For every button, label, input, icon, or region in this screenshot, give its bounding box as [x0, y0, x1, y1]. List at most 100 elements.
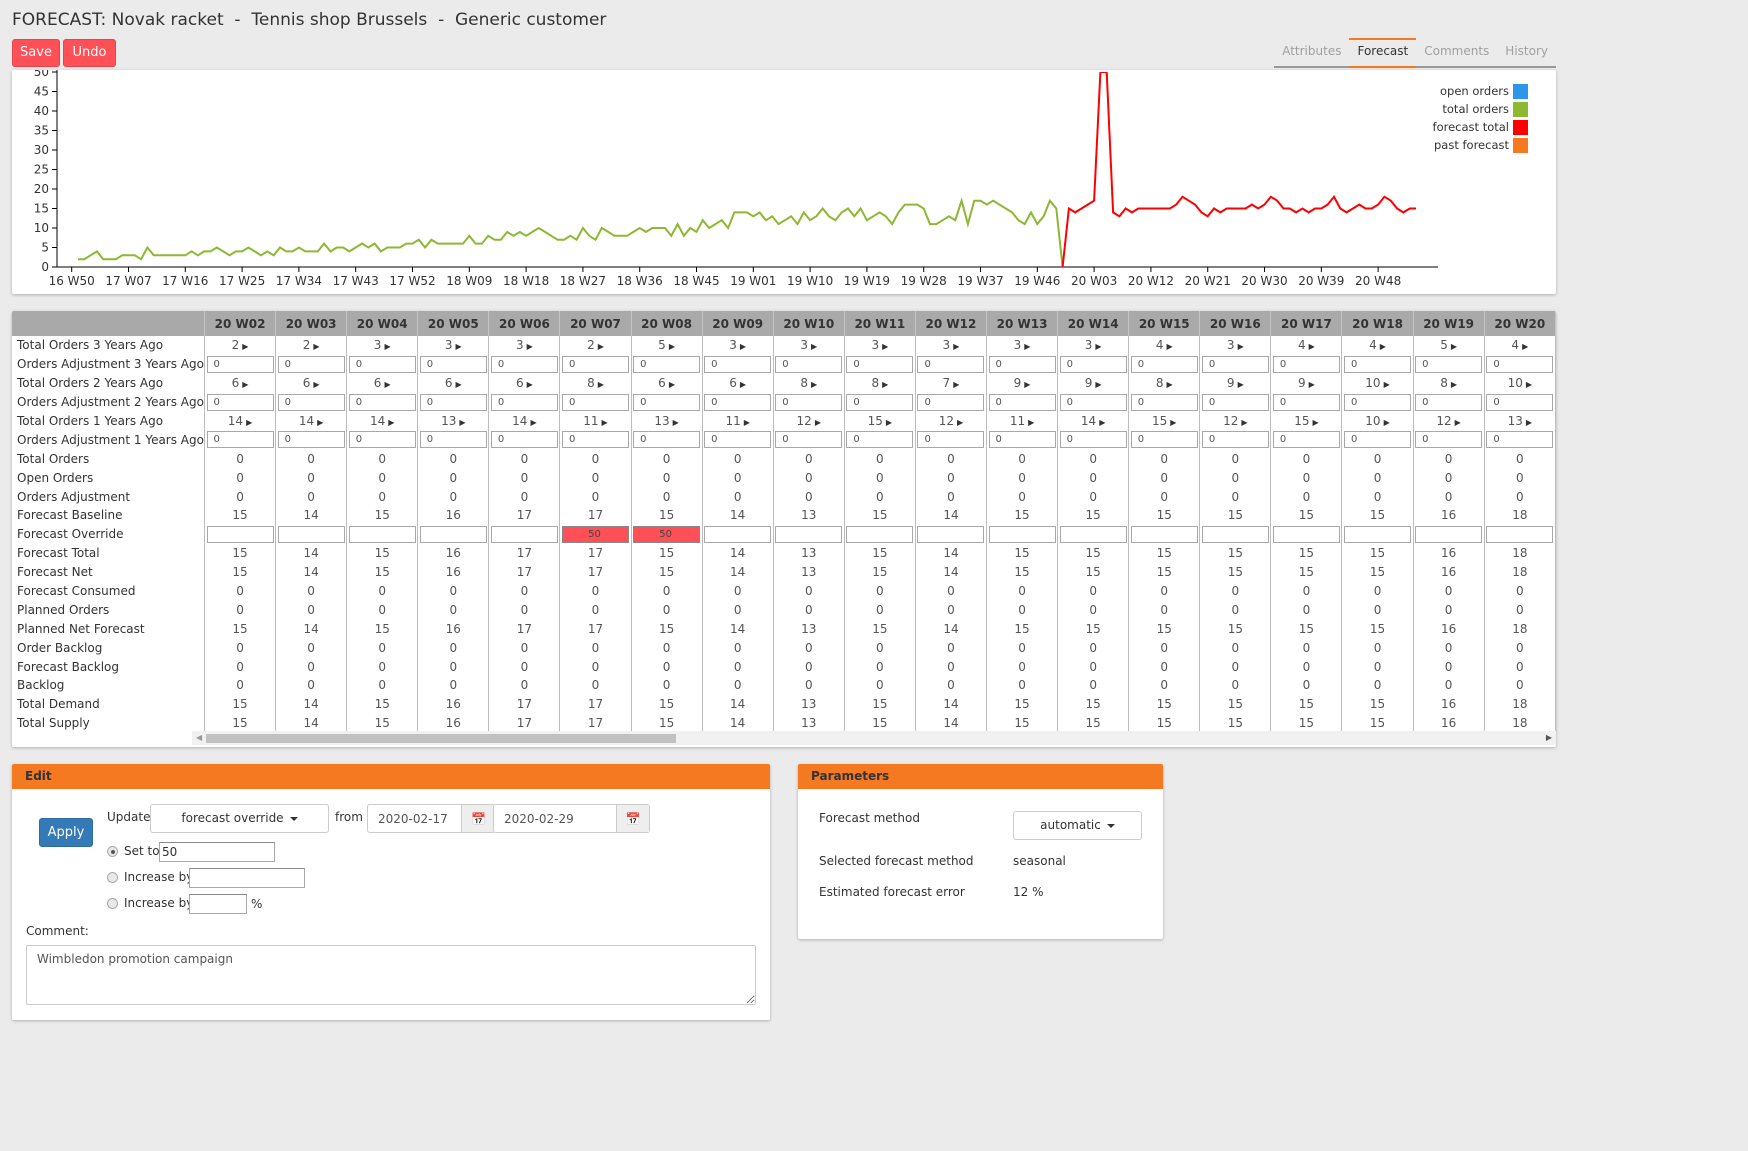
drilldown-arrow-icon[interactable]: ▶: [1170, 418, 1176, 427]
increase-pct-input[interactable]: [189, 894, 247, 914]
forecast-method-select[interactable]: automatic: [1013, 811, 1142, 840]
cell-input[interactable]: [1130, 525, 1198, 543]
drilldown-arrow-icon[interactable]: ▶: [1384, 418, 1390, 427]
drilldown-arrow-icon[interactable]: ▶: [740, 342, 746, 351]
comment-textarea[interactable]: Wimbledon promotion campaign: [26, 945, 756, 1005]
tab-forecast[interactable]: Forecast: [1349, 38, 1417, 68]
cell-input[interactable]: [917, 393, 985, 411]
cell-input[interactable]: [846, 525, 914, 543]
drilldown-arrow-icon[interactable]: ▶: [669, 342, 675, 351]
scrollbar-thumb[interactable]: [206, 734, 676, 743]
drilldown-arrow-icon[interactable]: ▶: [527, 342, 533, 351]
drilldown-arrow-icon[interactable]: ▶: [1238, 342, 1244, 351]
cell-input[interactable]: [846, 431, 914, 449]
cell-input[interactable]: [1415, 525, 1483, 543]
scroll-right-arrow-icon[interactable]: ▶: [1546, 731, 1552, 745]
drilldown-arrow-icon[interactable]: ▶: [456, 342, 462, 351]
drilldown-arrow-icon[interactable]: ▶: [384, 342, 390, 351]
cell-input[interactable]: [490, 525, 558, 543]
drilldown-arrow-icon[interactable]: ▶: [1384, 380, 1390, 389]
cell-input[interactable]: [1272, 393, 1340, 411]
scroll-left-arrow-icon[interactable]: ◀: [196, 731, 202, 745]
drilldown-arrow-icon[interactable]: ▶: [953, 380, 959, 389]
drilldown-arrow-icon[interactable]: ▶: [740, 380, 746, 389]
cell-input[interactable]: [917, 431, 985, 449]
cell-input[interactable]: [1344, 393, 1412, 411]
legend-item[interactable]: forecast total: [1433, 118, 1528, 136]
drilldown-arrow-icon[interactable]: ▶: [317, 418, 323, 427]
drilldown-arrow-icon[interactable]: ▶: [459, 418, 465, 427]
cell-input[interactable]: [561, 431, 629, 449]
legend-item[interactable]: total orders: [1433, 100, 1528, 118]
cell-input[interactable]: [1059, 393, 1127, 411]
apply-button[interactable]: Apply: [39, 818, 93, 847]
cell-input[interactable]: [561, 525, 629, 543]
cell-input[interactable]: [277, 355, 345, 373]
cell-input[interactable]: [988, 355, 1056, 373]
drilldown-arrow-icon[interactable]: ▶: [602, 418, 608, 427]
cell-input[interactable]: [1344, 355, 1412, 373]
drilldown-arrow-icon[interactable]: ▶: [1380, 342, 1386, 351]
save-button[interactable]: Save: [12, 39, 60, 67]
drilldown-arrow-icon[interactable]: ▶: [1166, 342, 1172, 351]
drilldown-arrow-icon[interactable]: ▶: [1526, 418, 1532, 427]
cell-input[interactable]: [704, 393, 772, 411]
cell-input[interactable]: [348, 355, 416, 373]
cell-input[interactable]: [1486, 431, 1554, 449]
cell-input[interactable]: [1272, 525, 1340, 543]
cell-input[interactable]: [633, 393, 701, 411]
drilldown-arrow-icon[interactable]: ▶: [1028, 418, 1034, 427]
drilldown-arrow-icon[interactable]: ▶: [313, 380, 319, 389]
cell-input[interactable]: [348, 431, 416, 449]
from-date-input[interactable]: [368, 805, 461, 832]
cell-input[interactable]: [206, 355, 274, 373]
tab-history[interactable]: History: [1497, 38, 1556, 68]
drilldown-arrow-icon[interactable]: ▶: [815, 418, 821, 427]
cell-input[interactable]: [775, 525, 843, 543]
cell-input[interactable]: [1415, 431, 1483, 449]
cell-input[interactable]: [1130, 393, 1198, 411]
cell-input[interactable]: [1272, 355, 1340, 373]
cell-input[interactable]: [419, 525, 487, 543]
cell-input[interactable]: [1272, 431, 1340, 449]
cell-input[interactable]: [917, 355, 985, 373]
drilldown-arrow-icon[interactable]: ▶: [1099, 418, 1105, 427]
drilldown-arrow-icon[interactable]: ▶: [242, 380, 248, 389]
drilldown-arrow-icon[interactable]: ▶: [1522, 342, 1528, 351]
drilldown-arrow-icon[interactable]: ▶: [811, 342, 817, 351]
drilldown-arrow-icon[interactable]: ▶: [1309, 380, 1315, 389]
drilldown-arrow-icon[interactable]: ▶: [953, 342, 959, 351]
cell-input[interactable]: [917, 525, 985, 543]
drilldown-arrow-icon[interactable]: ▶: [1024, 342, 1030, 351]
increase-by-radio[interactable]: [107, 872, 118, 883]
drilldown-arrow-icon[interactable]: ▶: [1238, 380, 1244, 389]
cell-input[interactable]: [988, 393, 1056, 411]
drilldown-arrow-icon[interactable]: ▶: [1451, 380, 1457, 389]
cell-input[interactable]: [490, 431, 558, 449]
cell-input[interactable]: [846, 355, 914, 373]
cell-input[interactable]: [490, 393, 558, 411]
cell-input[interactable]: [775, 431, 843, 449]
cell-input[interactable]: [277, 431, 345, 449]
cell-input[interactable]: [1415, 355, 1483, 373]
cell-input[interactable]: [1486, 393, 1554, 411]
cell-input[interactable]: [1486, 525, 1554, 543]
drilldown-arrow-icon[interactable]: ▶: [882, 380, 888, 389]
set-to-input[interactable]: [159, 842, 275, 862]
cell-input[interactable]: [633, 525, 701, 543]
horizontal-scrollbar[interactable]: ◀ ▶: [192, 731, 1556, 745]
cell-input[interactable]: [988, 431, 1056, 449]
cell-input[interactable]: [1201, 355, 1269, 373]
increase-by-input[interactable]: [189, 868, 305, 888]
drilldown-arrow-icon[interactable]: ▶: [1241, 418, 1247, 427]
drilldown-arrow-icon[interactable]: ▶: [1312, 418, 1318, 427]
tab-attributes[interactable]: Attributes: [1274, 38, 1350, 68]
drilldown-arrow-icon[interactable]: ▶: [598, 380, 604, 389]
cell-input[interactable]: [1130, 355, 1198, 373]
increase-pct-radio[interactable]: [107, 898, 118, 909]
cell-input[interactable]: [704, 525, 772, 543]
cell-input[interactable]: [561, 355, 629, 373]
till-date-input[interactable]: [494, 805, 616, 832]
cell-input[interactable]: [277, 393, 345, 411]
cell-input[interactable]: [206, 525, 274, 543]
